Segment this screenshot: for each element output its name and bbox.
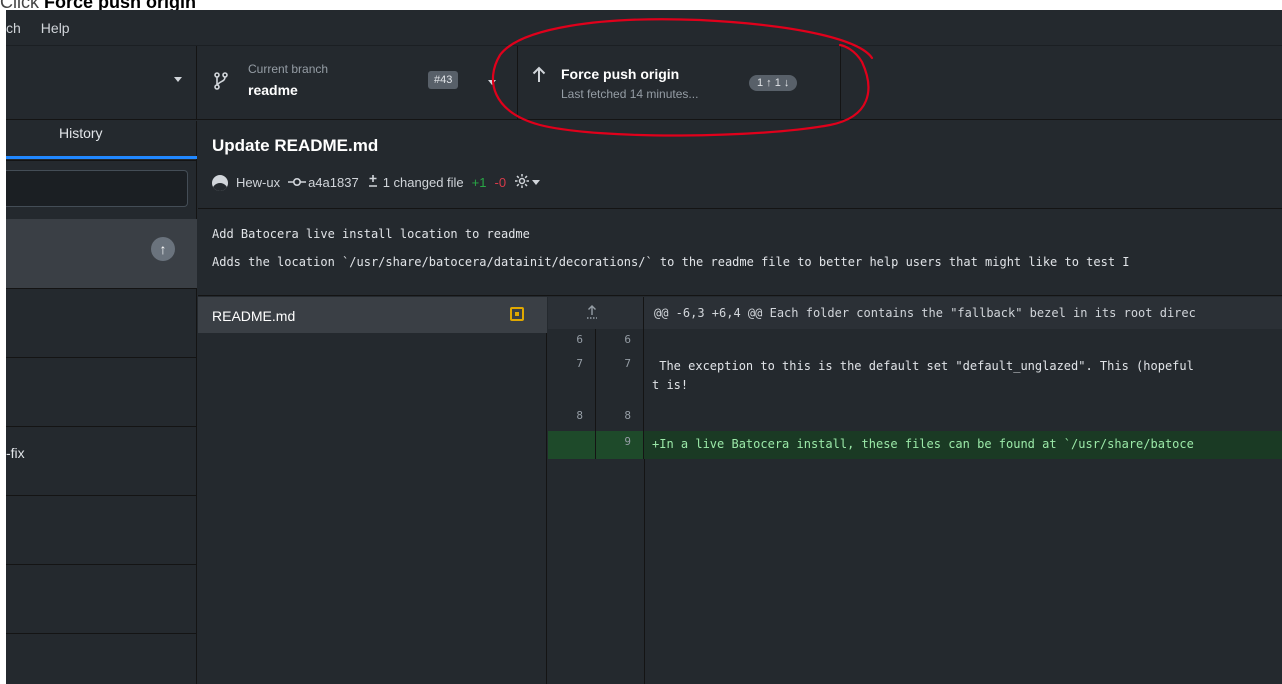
diff-view: @@ -6,3 +6,4 @@ Each folder contains the… xyxy=(548,297,1282,684)
diff-line[interactable]: 6 6 xyxy=(548,329,1282,353)
commit-header: Update README.md Hew-ux a4a1837 1 change… xyxy=(198,121,1282,209)
tab-history[interactable]: History xyxy=(6,121,197,159)
commit-row-text: -fix xyxy=(6,445,25,461)
changed-files-list: README.md xyxy=(198,297,547,684)
instruction-caption: Click Force push origin xyxy=(0,0,1282,10)
commit-detail-panel: Update README.md Hew-ux a4a1837 1 change… xyxy=(198,121,1282,684)
commit-body-line: Adds the location `/usr/share/batocera/d… xyxy=(212,255,1130,269)
new-line-number: 9 xyxy=(596,431,644,459)
git-commit-icon xyxy=(288,175,307,190)
caption-target: Force push origin xyxy=(44,0,197,10)
current-branch-label: Current branch xyxy=(248,62,329,76)
gear-icon[interactable] xyxy=(514,173,530,192)
toolbar: Current branch readme #43 Force push ori… xyxy=(6,46,1282,120)
changed-files-count: 1 changed file xyxy=(382,175,464,190)
diff-line-code: The exception to this is the default set… xyxy=(652,359,1194,392)
ahead-behind-badge: 1 ↑ 1 ↓ xyxy=(749,75,798,91)
github-desktop-window: ch Help Current branch readme #43 Force … xyxy=(6,10,1282,684)
commit-list-item[interactable]: ↑ xyxy=(6,219,197,289)
chevron-down-icon xyxy=(174,77,182,82)
repository-selector[interactable] xyxy=(6,46,197,120)
commit-meta: Hew-ux a4a1837 1 changed file +1 -0 xyxy=(212,173,548,192)
new-line-number: 6 xyxy=(596,329,644,353)
chevron-down-icon xyxy=(488,80,496,85)
avatar xyxy=(212,174,228,191)
commit-list-item[interactable]: -fix xyxy=(6,427,197,496)
commit-list-item[interactable] xyxy=(6,496,197,565)
force-push-origin-button[interactable]: Force push origin Last fetched 14 minute… xyxy=(519,46,841,120)
expand-hunk-button[interactable] xyxy=(548,297,644,329)
file-modified-icon xyxy=(510,307,524,321)
diff-line[interactable]: 7 7 The exception to this is the default… xyxy=(548,353,1282,405)
arrow-up-icon xyxy=(532,66,546,89)
commit-list-item[interactable] xyxy=(6,634,197,684)
old-line-number: 6 xyxy=(548,329,596,353)
additions-count: +1 xyxy=(471,175,487,190)
menu-bar: ch Help xyxy=(6,10,1282,46)
history-filter-input[interactable] xyxy=(6,170,188,207)
old-line-number: 7 xyxy=(548,353,596,405)
commit-summary-line: Add Batocera live install location to re… xyxy=(212,227,530,241)
diff-line-added[interactable]: 9 +In a live Batocera install, these fil… xyxy=(548,431,1282,459)
old-line-number: 8 xyxy=(548,405,596,431)
commit-title: Update README.md xyxy=(212,136,379,155)
git-branch-icon xyxy=(214,72,228,95)
unpushed-arrow-up-icon: ↑ xyxy=(151,237,175,261)
deletions-count: -0 xyxy=(494,175,507,190)
caption-prefix: Click xyxy=(0,0,44,10)
commit-description: Add Batocera live install location to re… xyxy=(198,210,1282,296)
commit-list-item[interactable] xyxy=(6,289,197,358)
last-fetched-label: Last fetched 14 minutes... xyxy=(561,87,699,101)
hunk-header-text: @@ -6,3 +6,4 @@ Each folder contains the… xyxy=(654,306,1196,320)
file-list-item[interactable]: README.md xyxy=(198,297,547,333)
current-branch-value: readme xyxy=(248,82,298,98)
hunk-header-row: @@ -6,3 +6,4 @@ Each folder contains the… xyxy=(548,297,1282,329)
pull-request-badge[interactable]: #43 xyxy=(428,71,459,89)
old-line-number xyxy=(548,431,596,459)
new-line-number: 8 xyxy=(596,405,644,431)
commit-author: Hew-ux xyxy=(236,175,281,190)
force-push-label: Force push origin xyxy=(561,66,680,82)
menu-item-help[interactable]: Help xyxy=(41,20,76,36)
commit-sha[interactable]: a4a1837 xyxy=(308,175,359,190)
menu-item-branch[interactable]: ch xyxy=(6,20,27,36)
sidebar-tabs: History xyxy=(6,121,197,161)
commit-list-item[interactable] xyxy=(6,565,197,634)
tab-selected-indicator xyxy=(6,156,197,159)
diff-gutter xyxy=(548,459,645,684)
file-name: README.md xyxy=(212,308,296,324)
new-line-number: 7 xyxy=(596,353,644,405)
diff-line[interactable]: 8 8 xyxy=(548,405,1282,431)
sidebar: History ↑ -fix xyxy=(6,121,197,684)
commit-list-item[interactable] xyxy=(6,358,197,427)
current-branch-button[interactable]: Current branch readme #43 xyxy=(198,46,518,120)
chevron-down-icon[interactable] xyxy=(532,180,541,185)
expand-up-icon xyxy=(586,303,598,324)
diff-line-code: +In a live Batocera install, these files… xyxy=(652,437,1194,451)
diff-icon xyxy=(367,174,379,191)
